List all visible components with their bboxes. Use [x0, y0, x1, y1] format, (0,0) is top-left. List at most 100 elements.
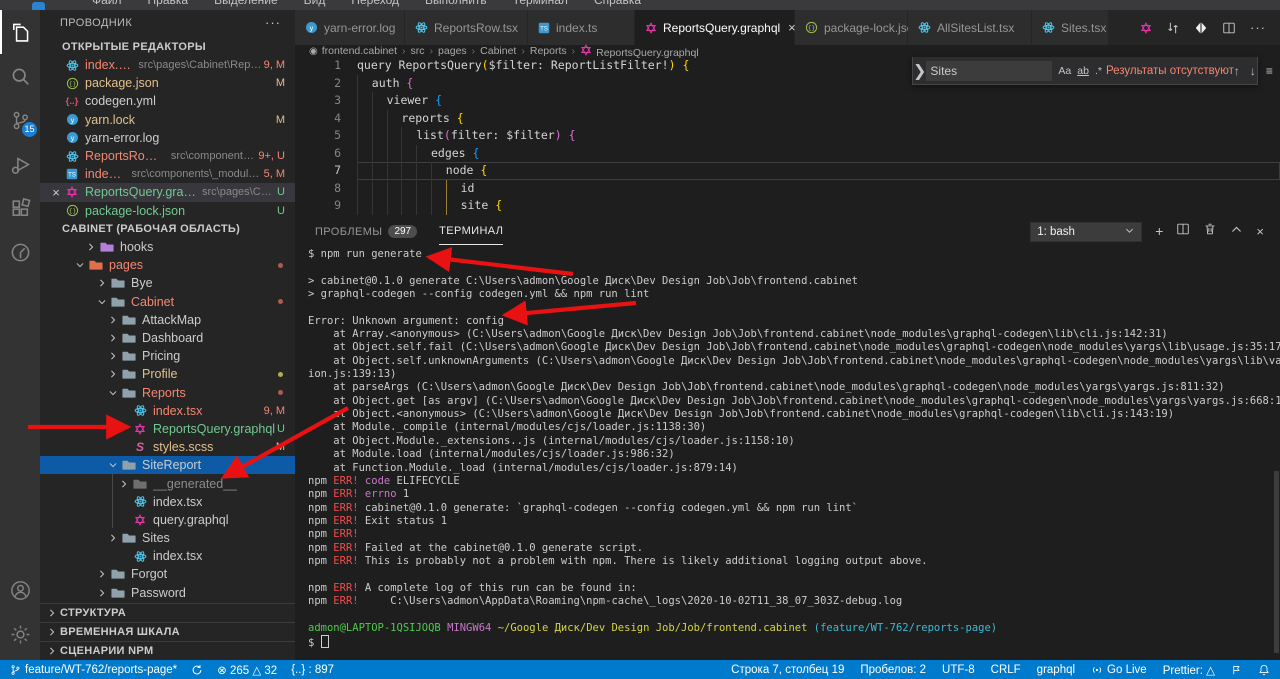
match-case-icon[interactable]: Aa	[1058, 65, 1071, 77]
tree-item-SiteReport[interactable]: SiteReport	[40, 456, 295, 475]
activity-circle-tool[interactable]	[0, 230, 40, 274]
tree-item-Sites[interactable]: Sites	[40, 529, 295, 547]
close-icon[interactable]: ×	[48, 185, 64, 200]
tree-item-Bye[interactable]: Bye	[40, 274, 295, 292]
panel-action-split-editor[interactable]	[1176, 222, 1190, 241]
panel-tab-ТЕРМИНАЛ[interactable]: ТЕРМИНАЛ	[439, 219, 504, 245]
whole-word-icon[interactable]: ab	[1077, 65, 1089, 77]
status-⊗ 265 △ 32[interactable]: ⊗ 265 △ 32	[217, 663, 277, 677]
terminal-scrollbar[interactable]	[1272, 248, 1280, 653]
tree-item-pages[interactable]: pages	[40, 256, 295, 274]
status-graphql[interactable]: graphql	[1037, 664, 1075, 676]
menu-item-Терминал[interactable]: Терминал	[513, 0, 568, 7]
status-Пробелов: 2[interactable]: Пробелов: 2	[860, 664, 926, 676]
code-line-3[interactable]: 3 viewer {	[295, 92, 1280, 110]
menu-item-Правка[interactable]: Правка	[148, 0, 189, 7]
tab-ReportsQuery.graphql[interactable]: ReportsQuery.graphql ×	[635, 10, 796, 45]
prev-match-icon[interactable]: ↑	[1234, 64, 1240, 78]
panel-tab-ПРОБЛЕМЫ[interactable]: ПРОБЛЕМЫ 297	[315, 219, 418, 245]
open-editor-codegen.yml[interactable]: {..} codegen.yml	[40, 92, 295, 110]
next-match-icon[interactable]: ↓	[1250, 64, 1256, 78]
find-input[interactable]	[926, 60, 1053, 81]
tree-item-styles.scss[interactable]: Sstyles.scss M	[40, 438, 295, 456]
open-editor-yarn-error.log[interactable]: y yarn-error.log	[40, 129, 295, 147]
status-Prettier: △[interactable]: Prettier: △	[1163, 663, 1215, 677]
open-editor-index.ts[interactable]: TS index.ts src\components\_modules\... 5, …	[40, 165, 295, 183]
menu-item-Файл[interactable]: Файл	[92, 0, 122, 7]
terminal-output[interactable]: $ npm run generate > cabinet@0.1.0 gener…	[308, 248, 1280, 649]
find-expand-chevron-icon[interactable]: ❯	[913, 57, 926, 84]
menu-item-Выделение[interactable]: Выделение	[214, 0, 278, 7]
menu-item-Вид[interactable]: Вид	[304, 0, 326, 7]
workspace-header[interactable]: CABINET (РАБОЧАЯ ОБЛАСТЬ)	[40, 220, 295, 238]
tree-item-hooks[interactable]: hooks	[40, 238, 295, 256]
tab-Sites.tsx[interactable]: Sites.tsx	[1032, 10, 1109, 45]
status-bell[interactable]	[1258, 664, 1270, 676]
tab-yarn-error.log[interactable]: y yarn-error.log	[295, 10, 405, 45]
tree-item-index.tsx[interactable]: index.tsx	[40, 493, 295, 511]
tree-item-query.graphql[interactable]: query.graphql	[40, 511, 295, 529]
open-editor-package.json[interactable]: {} package.json M	[40, 74, 295, 92]
tree-item-AttackMap[interactable]: AttackMap	[40, 311, 295, 329]
activity-search[interactable]	[0, 54, 40, 98]
tree-item-ReportsQuery.graphql[interactable]: ReportsQuery.graphql U	[40, 420, 295, 438]
tree-item-index.tsx[interactable]: index.tsx 9, M	[40, 402, 295, 420]
sidebar-panel-СТРУКТУРА[interactable]: СТРУКТУРА	[40, 603, 295, 622]
code-line-6[interactable]: 6 edges {	[295, 144, 1280, 162]
open-editor-ReportsQuery.graphql[interactable]: × ReportsQuery.graphql src\pages\Cabi... U	[40, 183, 295, 202]
status-UTF-8[interactable]: UTF-8	[942, 664, 975, 676]
terminal-shell-select[interactable]: 1: bash	[1030, 221, 1143, 242]
panel-action-plus[interactable]: +	[1155, 223, 1163, 241]
status-sync[interactable]	[191, 664, 203, 676]
code-line-7[interactable]: 7 node {	[295, 162, 1280, 180]
activity-files[interactable]	[0, 10, 40, 54]
more-actions-icon[interactable]: ···	[265, 10, 281, 36]
menu-item-Переход[interactable]: Переход	[351, 0, 399, 7]
code-line-4[interactable]: 4 reports {	[295, 109, 1280, 127]
tree-item-Password[interactable]: Password	[40, 584, 295, 602]
status-Строка 7, столбец 19[interactable]: Строка 7, столбец 19	[731, 664, 844, 676]
tree-item-__generated__[interactable]: __generated__	[40, 474, 295, 492]
tab-AllSitesList.tsx[interactable]: AllSitesList.tsx	[908, 10, 1032, 45]
action-compare[interactable]	[1166, 21, 1180, 35]
tree-item-Pricing[interactable]: Pricing	[40, 347, 295, 365]
tree-item-Dashboard[interactable]: Dashboard	[40, 329, 295, 347]
menu-item-Справка[interactable]: Справка	[594, 0, 641, 7]
panel-action-chevron-up[interactable]	[1230, 223, 1243, 241]
action-kebab[interactable]: ···	[1250, 20, 1266, 35]
tree-item-index.tsx[interactable]: index.tsx	[40, 547, 295, 565]
status-flag[interactable]	[1231, 664, 1242, 676]
sidebar-panel-ВРЕМЕННАЯ ШКАЛА[interactable]: ВРЕМЕННАЯ ШКАЛА	[40, 622, 295, 641]
activity-extensions[interactable]	[0, 186, 40, 230]
status-Go Live[interactable]: Go Live	[1091, 664, 1147, 676]
tree-item-Cabinet[interactable]: Cabinet	[40, 293, 295, 311]
sidebar-panel-СЦЕНАРИИ NPM[interactable]: СЦЕНАРИИ NPM	[40, 641, 295, 660]
action-split-editor[interactable]	[1222, 21, 1236, 35]
activity-source-control[interactable]: 15	[0, 98, 40, 142]
activity-run-debug[interactable]	[0, 142, 40, 186]
open-editor-ReportsRow.tsx[interactable]: ReportsRow.tsx src\components\_... 9+, U	[40, 147, 295, 165]
tab-ReportsRow.tsx[interactable]: ReportsRow.tsx	[405, 10, 528, 45]
tab-package-lock.json[interactable]: {} package-lock.json	[795, 10, 920, 45]
regex-icon[interactable]: .*	[1095, 65, 1102, 77]
panel-action-close[interactable]: ×	[1256, 223, 1264, 241]
open-editor-package-lock.json[interactable]: {} package-lock.json U	[40, 202, 295, 220]
code-line-8[interactable]: 8 id	[295, 179, 1280, 197]
action-graphql[interactable]	[1140, 21, 1152, 34]
open-editor-index.tsx[interactable]: index.tsx src\pages\Cabinet\Reports 9, M	[40, 56, 295, 74]
tree-item-Reports[interactable]: Reports	[40, 384, 295, 402]
status-{..} : 897[interactable]: {..} : 897	[291, 664, 334, 676]
tree-item-Profile[interactable]: Profile	[40, 365, 295, 383]
tree-item-Forgot[interactable]: Forgot	[40, 565, 295, 583]
panel-action-trash[interactable]	[1203, 222, 1217, 241]
open-editor-yarn.lock[interactable]: y yarn.lock M	[40, 111, 295, 129]
tab-index.ts[interactable]: TS index.ts	[528, 10, 635, 45]
code-line-5[interactable]: 5 list(filter: $filter) {	[295, 127, 1280, 145]
find-in-selection-icon[interactable]: ≡	[1266, 64, 1273, 78]
action-diamond[interactable]	[1194, 21, 1208, 35]
menu-item-Выполнить[interactable]: Выполнить	[425, 0, 487, 7]
activity-gear[interactable]	[0, 612, 40, 656]
status-feature/WT-762/reports[interactable]: feature/WT-762/reports-page*	[10, 664, 177, 676]
code-line-9[interactable]: 9 site {	[295, 197, 1280, 215]
activity-account[interactable]	[0, 568, 40, 612]
